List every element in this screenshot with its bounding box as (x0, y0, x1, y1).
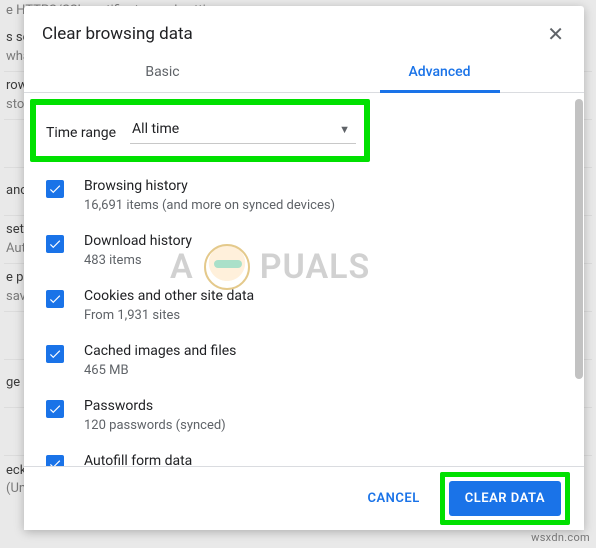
list-item: Cached images and files 465 MB (46, 343, 540, 378)
checkbox-browsing-history[interactable] (46, 180, 64, 198)
checkbox-passwords[interactable] (46, 400, 64, 418)
item-subtitle: 465 MB (84, 363, 236, 378)
item-title: Passwords (84, 398, 226, 414)
dialog-title: Clear browsing data (42, 24, 193, 44)
item-title: Cookies and other site data (84, 288, 254, 304)
clear-data-button[interactable]: Clear data (449, 481, 561, 516)
highlight-box: Clear data (440, 472, 570, 525)
time-range-label: Time range (40, 125, 116, 141)
check-icon (48, 292, 62, 306)
time-range-value: All time (132, 121, 179, 137)
item-title: Cached images and files (84, 343, 236, 359)
item-subtitle: 483 items (84, 253, 192, 268)
check-icon (48, 457, 62, 466)
close-icon[interactable]: ✕ (547, 24, 564, 44)
item-subtitle: From 1,931 sites (84, 308, 254, 323)
list-item: Cookies and other site data From 1,931 s… (46, 288, 540, 323)
checkbox-download-history[interactable] (46, 235, 64, 253)
dialog-content: Time range All time ▼ Browsing history 1… (24, 93, 584, 466)
check-icon (48, 182, 62, 196)
item-title: Browsing history (84, 178, 335, 194)
source-attribution: wsxdn.com (531, 531, 590, 544)
check-icon (48, 402, 62, 416)
tabs: Basic Advanced (24, 54, 584, 93)
list-item: Passwords 120 passwords (synced) (46, 398, 540, 433)
data-types-list: Browsing history 16,691 items (and more … (38, 172, 570, 466)
scrollbar[interactable] (575, 99, 583, 379)
item-title: Download history (84, 233, 192, 249)
checkbox-cache[interactable] (46, 345, 64, 363)
item-subtitle: 120 passwords (synced) (84, 418, 226, 433)
dialog-footer: Cancel Clear data (24, 466, 584, 530)
tab-advanced[interactable]: Advanced (301, 54, 578, 92)
check-icon (48, 237, 62, 251)
checkbox-cookies[interactable] (46, 290, 64, 308)
chevron-down-icon: ▼ (339, 123, 350, 136)
time-range-select[interactable]: All time ▼ (130, 121, 356, 144)
tab-basic[interactable]: Basic (24, 54, 301, 92)
item-title: Autofill form data (84, 453, 192, 466)
checkbox-autofill[interactable] (46, 455, 64, 466)
clear-browsing-data-dialog: Clear browsing data ✕ Basic Advanced Tim… (24, 6, 584, 530)
list-item: Download history 483 items (46, 233, 540, 268)
item-subtitle: 16,691 items (and more on synced devices… (84, 198, 335, 213)
time-range-row: Time range All time ▼ (30, 99, 370, 162)
check-icon (48, 347, 62, 361)
cancel-button[interactable]: Cancel (351, 481, 435, 516)
list-item: Autofill form data (46, 453, 540, 466)
list-item: Browsing history 16,691 items (and more … (46, 178, 540, 213)
